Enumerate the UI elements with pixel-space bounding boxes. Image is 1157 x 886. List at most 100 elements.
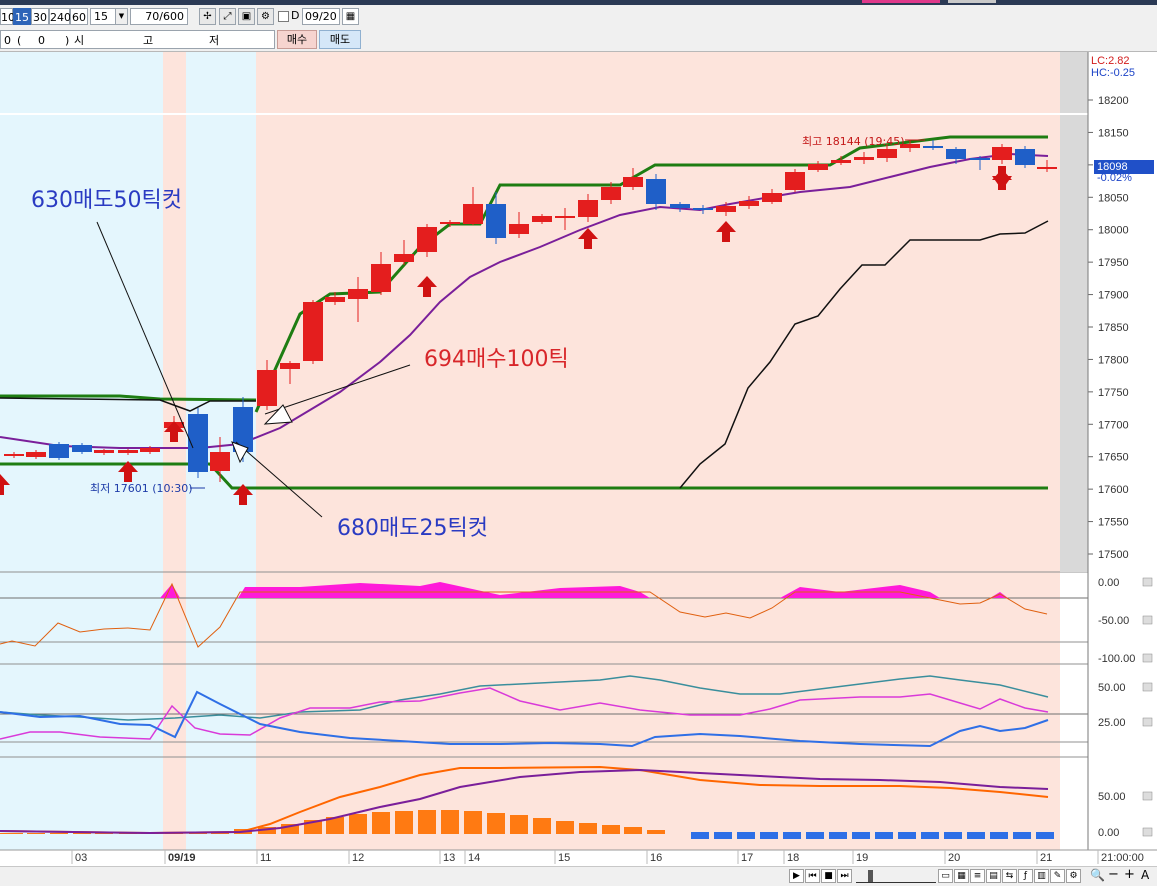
price-tick-label: 17950 [1098, 257, 1129, 269]
period-button-60[interactable]: 60 [70, 8, 88, 25]
price-tick-label: 17750 [1098, 387, 1129, 399]
label-low: 저 [209, 34, 220, 47]
period-button-240[interactable]: 240 [49, 8, 71, 25]
compare-icon[interactable]: ⇆ [1002, 869, 1017, 883]
candle-body [532, 216, 552, 222]
candle-body [348, 289, 368, 299]
current-change: -0.02% [1097, 172, 1132, 184]
candle-body [280, 363, 300, 369]
candle-body [623, 177, 643, 187]
indicator-tick-label: 25.00 [1098, 717, 1126, 729]
period-button-10[interactable]: 10 [0, 8, 15, 25]
chart-type-icon[interactable]: ▥ [1034, 869, 1049, 883]
zoom-slider-thumb[interactable] [868, 870, 873, 882]
sell-button[interactable]: 매도 [319, 30, 361, 49]
macd-bar-negative [990, 832, 1008, 839]
price-tick-label: 17800 [1098, 354, 1129, 366]
layout-icon[interactable]: ▤ [986, 869, 1001, 883]
quote-field[interactable]: 0 ( 0 ) 시 고 저 [0, 30, 275, 49]
chart-scrollbar: ▶ ⏮ ■ ⏭ ▭ ▦ ≡ ▤ ⇆ ƒ ▥ ✎ ⚙ 🔍 − + A [0, 866, 1157, 886]
chevron-down-icon[interactable]: ▼ [115, 9, 127, 24]
stop-icon[interactable]: ■ [821, 869, 836, 883]
label-open: 시 [74, 34, 85, 47]
candle-body [739, 201, 759, 206]
settings-icon[interactable]: ⚙ [1066, 869, 1081, 883]
price-tick-label: 17900 [1098, 290, 1129, 302]
candle-body [555, 216, 575, 218]
macd-bar-negative [852, 832, 870, 839]
drawing-icon[interactable]: ✎ [1050, 869, 1065, 883]
time-tick-label: 14 [468, 852, 480, 864]
macd-bar [418, 810, 436, 834]
macd-bar [395, 811, 413, 834]
date-field[interactable]: 09/20 [302, 8, 340, 25]
candle-body [72, 445, 92, 452]
scale-toggle-icon [1142, 827, 1153, 837]
macd-bar-negative [783, 832, 801, 839]
macd-bar [602, 825, 620, 834]
candle-body [325, 297, 345, 302]
macd-bar [441, 810, 459, 834]
list-icon[interactable]: ≡ [970, 869, 985, 883]
active-tab-indicator [862, 0, 940, 3]
gear-icon[interactable]: ⚙ [257, 8, 274, 25]
candle-body [94, 450, 114, 453]
macd-bar [50, 833, 68, 834]
zoom-icon[interactable]: ⤢ [219, 8, 236, 25]
window-icon[interactable]: ▭ [938, 869, 953, 883]
candle-body [831, 160, 851, 163]
calendar-icon[interactable]: ▦ [342, 8, 359, 25]
quote-paren-open: ( [17, 34, 22, 47]
macd-bar [27, 833, 45, 834]
candle-body [601, 187, 621, 200]
candle-body [923, 146, 943, 148]
lc-label: LC:2.82 [1091, 55, 1130, 67]
count-display[interactable]: 70/600 [130, 8, 188, 25]
search-icon[interactable]: 🔍 [1090, 868, 1105, 882]
period-button-15[interactable]: 15 [13, 8, 31, 25]
price-tick-label: 17650 [1098, 452, 1129, 464]
macd-bar-negative [875, 832, 893, 839]
candle-body [303, 302, 323, 361]
candle-body [808, 164, 828, 170]
candle-body [854, 157, 874, 160]
quote-value-2: 0 [38, 34, 45, 47]
high-price-marker: 최고 18144 (19:45) [802, 135, 905, 148]
scale-toggle-icon [1142, 577, 1153, 587]
candle-body [946, 149, 966, 159]
scroll-right-icon[interactable]: ▶ [789, 869, 804, 883]
macd-bar-negative [967, 832, 985, 839]
macd-bar-negative [829, 832, 847, 839]
zoom-out-icon[interactable]: − [1108, 867, 1119, 882]
order-row: 0 ( 0 ) 시 고 저 매수 매도 [0, 29, 1157, 52]
time-tick-label: 03 [75, 852, 87, 864]
annotation-sell-cut-25: 680매도25틱컷 [337, 516, 488, 541]
candle-body [140, 448, 160, 452]
rewind-icon[interactable]: ⏮ [805, 869, 820, 883]
macd-bar [647, 830, 665, 834]
period-button-30[interactable]: 30 [31, 8, 49, 25]
zoom-in-icon[interactable]: + [1124, 867, 1135, 882]
tile-icon[interactable]: ▦ [954, 869, 969, 883]
candle-body [992, 147, 1012, 160]
fast-forward-icon[interactable]: ⏭ [837, 869, 852, 883]
font-size-icon[interactable]: A [1141, 868, 1149, 882]
candle-body [1037, 167, 1057, 169]
candle-body [509, 224, 529, 234]
time-tick-label: 21 [1040, 852, 1052, 864]
chart-area[interactable]: 1820018150181001805018000179501790017850… [0, 52, 1157, 866]
buy-button[interactable]: 매수 [277, 30, 317, 49]
zoom-slider[interactable] [856, 870, 936, 883]
indicator-tick-label: 0.00 [1098, 577, 1119, 589]
chart-toolbar: 10 15 30 240 60 15 ▼ 70/600 ✢ ⤢ ▣ ⚙ D 09… [0, 5, 1157, 29]
candle-body [257, 370, 277, 406]
d-checkbox[interactable] [278, 11, 289, 22]
scale-toggle-icon [1142, 653, 1153, 663]
crosshair-icon[interactable]: ✢ [199, 8, 216, 25]
interval-select[interactable]: 15 ▼ [90, 8, 128, 25]
price-tick-label: 18050 [1098, 192, 1129, 204]
indicator-tick-label: 50.00 [1098, 791, 1126, 803]
indicator-icon[interactable]: ƒ [1018, 869, 1033, 883]
candle-body [716, 206, 736, 212]
save-icon[interactable]: ▣ [238, 8, 255, 25]
